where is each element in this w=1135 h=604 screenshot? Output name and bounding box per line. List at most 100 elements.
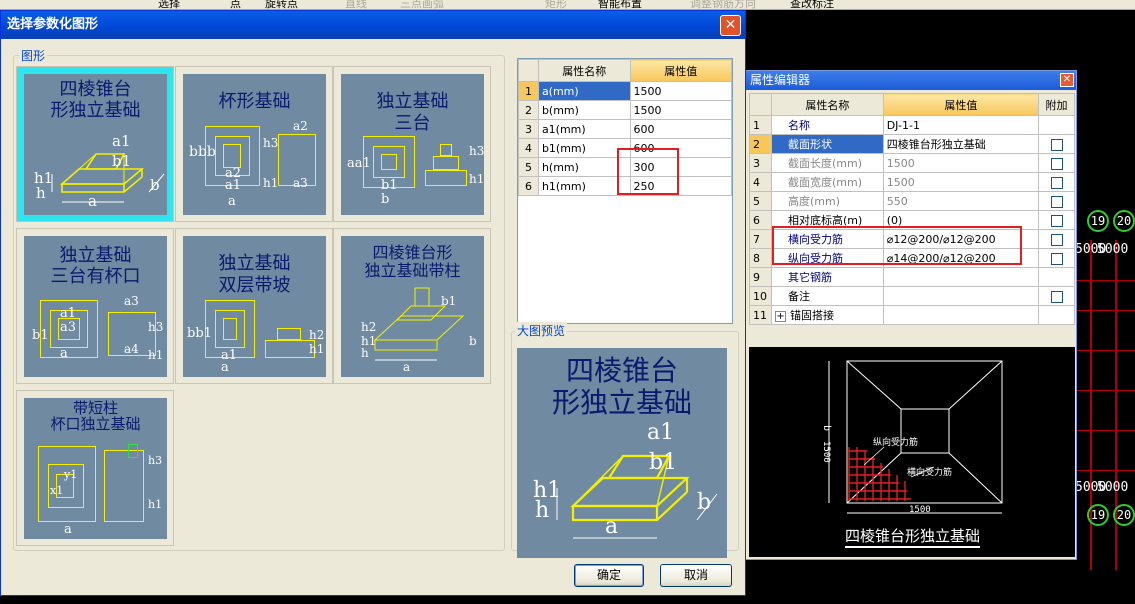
param-header-value: 属性值: [629, 59, 733, 82]
property-value[interactable]: [882, 267, 1040, 287]
tile-label: 三台有杯口: [50, 266, 141, 287]
smart-place-tool[interactable]: 智能布置: [598, 0, 642, 9]
grid-line: [1077, 310, 1135, 311]
tile-label: 带短柱: [72, 399, 118, 417]
arc-tool[interactable]: 三点画弧: [400, 0, 444, 9]
extra-checkbox[interactable]: [1050, 233, 1063, 246]
header-value: 属性值: [882, 93, 1040, 116]
rotate-point-tool[interactable]: 旋转点: [265, 0, 298, 9]
shape-group-label: 图形: [19, 47, 48, 64]
grid-line: [1077, 390, 1135, 391]
property-table: 属性名称 属性值 附加 1 名称 DJ-1-1 2 截面形状 四棱锥台形独立基础 3 截面…: [749, 93, 1075, 325]
highlight-box: [617, 148, 679, 195]
line-tool[interactable]: 直线: [345, 0, 367, 9]
shape-tile-double-slope-foundation[interactable]: 独立基础 双层带坡 bb1 a1 a h2 h1: [175, 228, 333, 384]
select-parametric-shape-dialog: 选择参数化图形 ✕ 图形 四棱锥台 形独立基础 a1 b1 h1 h a b 杯…: [0, 10, 746, 596]
extra-checkbox[interactable]: [1050, 214, 1063, 227]
dim-text: 5000: [1097, 480, 1129, 495]
large-preview: 四棱锥台 形独立基础 a1 b1 h1 h a b: [517, 348, 727, 558]
cancel-button[interactable]: 取消: [660, 564, 732, 587]
section-preview: b 1500 1500 纵向受力筋 横向受力筋 四棱锥台形独立基础: [749, 347, 1075, 557]
axis-bubble: 20: [1113, 210, 1135, 232]
property-row[interactable]: 3 截面长度(mm) 1500: [749, 153, 1075, 173]
shape-tile-three-step-foundation[interactable]: 独立基础 三台 aa1 b1 b h3 h1: [333, 66, 491, 222]
dim-1500-horizontal: 1500: [909, 505, 931, 515]
tile-label: 三台: [394, 113, 431, 134]
axis-bubble: 19: [1087, 210, 1109, 232]
dialog-titlebar[interactable]: 选择参数化图形 ✕: [1, 11, 745, 39]
shape-tile-short-column-cup[interactable]: 带短柱 杯口独立基础 x1 y1 a h3 h1: [16, 390, 174, 546]
select-tool[interactable]: 选择: [158, 0, 180, 9]
shape-tile-pyramid-foundation[interactable]: 四棱锥台 形独立基础 a1 b1 h1 h a b: [16, 66, 174, 222]
property-editor-title: 属性编辑器: [750, 73, 811, 87]
point-tool[interactable]: 点: [230, 0, 241, 9]
axis-bubble: 19: [1087, 504, 1109, 526]
dim-1500-vertical: 1500: [821, 441, 831, 463]
param-row[interactable]: 2 b(mm) 1500: [518, 100, 733, 120]
ok-button[interactable]: 确定: [574, 564, 644, 587]
dialog-close-button[interactable]: ✕: [720, 15, 741, 36]
dim-b-label: b: [821, 425, 832, 432]
property-row[interactable]: 1 名称 DJ-1-1: [749, 115, 1075, 135]
grid-line: [1077, 470, 1135, 471]
header-name: 属性名称: [770, 93, 884, 116]
tile-label: 独立基础: [59, 245, 132, 266]
property-row[interactable]: 2 截面形状 四棱锥台形独立基础: [749, 134, 1075, 154]
tile-label: 独立基础: [218, 253, 291, 274]
property-value[interactable]: 550: [882, 191, 1040, 211]
status-bar: [0, 596, 1135, 604]
shape-tile-pyramid-with-column[interactable]: 四棱锥台形 独立基础带柱 b1 h2 h1 h a b: [333, 228, 491, 384]
check-annotation-tool[interactable]: 查改标注: [790, 0, 834, 9]
extra-checkbox[interactable]: [1050, 157, 1063, 170]
section-caption: 四棱锥台形独立基础: [845, 525, 981, 548]
property-value[interactable]: 四棱锥台形独立基础: [882, 134, 1040, 154]
property-row[interactable]: 5 高度(mm) 550: [749, 191, 1075, 211]
expand-plus-icon[interactable]: +: [774, 311, 786, 322]
property-editor-titlebar[interactable]: 属性编辑器 ✕: [746, 71, 1076, 90]
rebar-direction-tool[interactable]: 调整钢筋方向: [690, 0, 756, 9]
tile-label: 双层带坡: [218, 275, 291, 296]
preview-drawing: [556, 454, 718, 539]
extra-checkbox[interactable]: [1050, 138, 1063, 151]
extra-checkbox[interactable]: [1050, 252, 1063, 265]
property-row[interactable]: 9 其它钢筋: [749, 267, 1075, 287]
param-row[interactable]: 3 a1(mm) 600: [518, 119, 733, 139]
shape-tile-cup-foundation[interactable]: 杯形基础 bbb a2 a1 a a2 h3 h1 a3: [175, 66, 333, 222]
property-value[interactable]: 1500: [882, 172, 1040, 192]
property-editor-close-button[interactable]: ✕: [1060, 73, 1074, 87]
property-row[interactable]: 11 + 锚固搭接: [749, 305, 1075, 325]
param-value[interactable]: 1500: [629, 100, 733, 120]
preview-group-label: 大图预览: [515, 322, 568, 339]
longitudinal-rebar-label: 纵向受力筋: [873, 438, 919, 448]
param-row[interactable]: 1 a(mm) 1500: [518, 81, 733, 101]
param-value[interactable]: 1500: [629, 81, 733, 101]
param-value[interactable]: 600: [629, 119, 733, 139]
property-row[interactable]: 10 备注: [749, 286, 1075, 306]
tile-label: 杯形基础: [218, 91, 291, 112]
tile-label: 杯口独立基础: [50, 415, 141, 433]
highlight-box: [772, 226, 1022, 265]
grid-line: [1077, 350, 1135, 351]
dim-text: 5000: [1097, 242, 1129, 257]
extra-checkbox[interactable]: [1050, 290, 1063, 303]
property-editor-window: 属性编辑器 ✕ 属性名称 属性值 附加 1 名称 DJ-1-1 2 截面形状 四棱锥台形…: [745, 70, 1077, 560]
property-row[interactable]: 4 截面宽度(mm) 1500: [749, 172, 1075, 192]
property-value[interactable]: 1500: [882, 153, 1040, 173]
extra-checkbox[interactable]: [1050, 176, 1063, 189]
header-blank: [749, 93, 772, 116]
grid-line: [1077, 280, 1135, 281]
tile-label: 独立基础: [376, 91, 449, 112]
rect-tool[interactable]: 矩形: [545, 0, 567, 9]
shape-tile-three-step-cup-foundation[interactable]: 独立基础 三台有杯口 a1 a3 b1 a a3 h3 h1 a4: [16, 228, 174, 384]
extra-checkbox[interactable]: [1050, 195, 1063, 208]
header-extra: 附加: [1038, 93, 1075, 116]
property-value[interactable]: DJ-1-1: [882, 115, 1040, 135]
transverse-rebar-label: 横向受力筋: [907, 468, 953, 478]
dialog-title: 选择参数化图形: [7, 17, 99, 32]
axis-bubble: 20: [1113, 504, 1135, 526]
grid-line: [1077, 430, 1135, 431]
property-value[interactable]: [882, 305, 1040, 325]
main-toolbar: 选择 点 旋转点 直线 三点画弧 矩形 智能布置 调整钢筋方向 查改标注: [0, 0, 1135, 10]
property-value[interactable]: [882, 286, 1040, 306]
param-header-name: 属性名称: [537, 59, 631, 82]
